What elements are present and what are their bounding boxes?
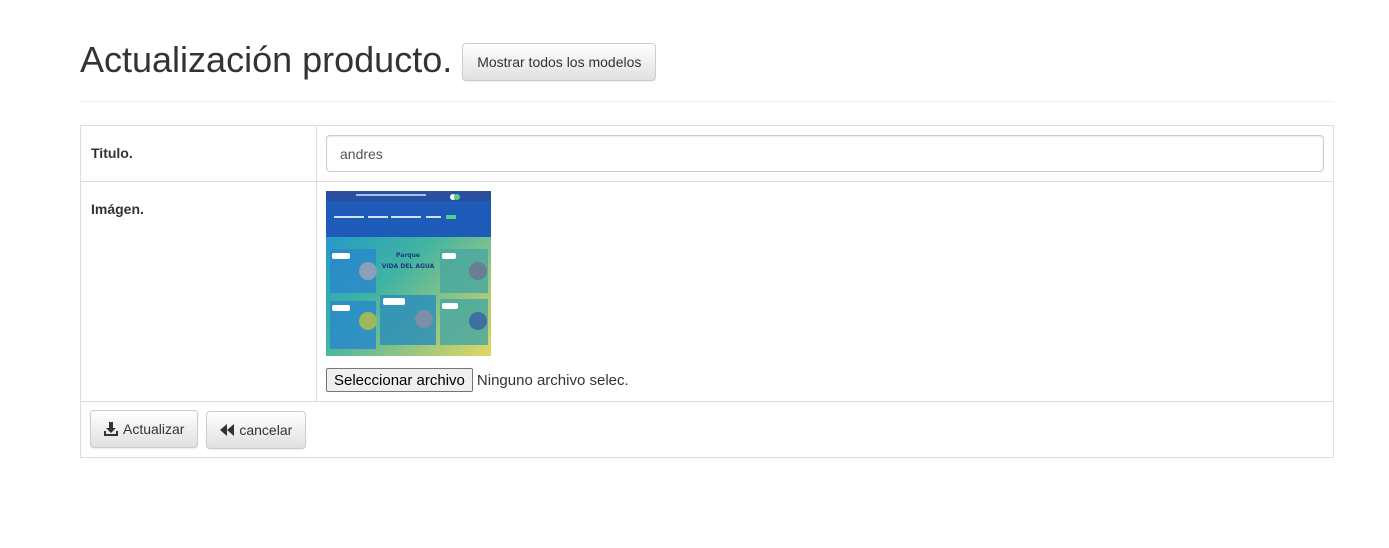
show-all-models-button[interactable]: Mostrar todos los modelos: [462, 43, 657, 81]
file-status-text: Ninguno archivo selec.: [476, 371, 629, 389]
image-row: Imágen. Parque VIDA DEL AGUA Seleccionar…: [80, 181, 1334, 402]
image-value-cell: Parque VIDA DEL AGUA Seleccionar archivo…: [316, 181, 1334, 402]
download-icon: [104, 422, 118, 436]
cancel-button[interactable]: cancelar: [206, 411, 307, 449]
cancel-button-label: cancelar: [239, 422, 293, 438]
header-divider: [80, 101, 1334, 102]
thumbnail-subheading: VIDA DEL AGUA: [382, 263, 435, 270]
update-button-label: Actualizar: [123, 421, 185, 437]
image-label: Imágen.: [80, 181, 317, 402]
page-title: Actualización producto.: [80, 39, 453, 80]
actions-cell: Actualizar cancelar: [80, 401, 1334, 458]
page-header: Actualización producto. Mostrar todos lo…: [80, 38, 657, 82]
fast-backward-icon: [220, 424, 235, 436]
title-label: Titulo.: [80, 125, 317, 182]
actions-row: Actualizar cancelar: [80, 401, 1334, 458]
title-value-cell: [316, 125, 1334, 182]
title-row: Titulo.: [80, 125, 1334, 182]
product-image-thumbnail: Parque VIDA DEL AGUA: [326, 191, 491, 356]
update-button[interactable]: Actualizar: [90, 410, 199, 448]
title-input[interactable]: [326, 135, 1324, 172]
choose-file-button[interactable]: Seleccionar archivo: [326, 368, 473, 392]
product-form-table: Titulo. Imágen.: [80, 125, 1334, 458]
file-chooser: Seleccionar archivo Ninguno archivo sele…: [326, 368, 1324, 392]
thumbnail-heading: Parque: [396, 252, 420, 259]
